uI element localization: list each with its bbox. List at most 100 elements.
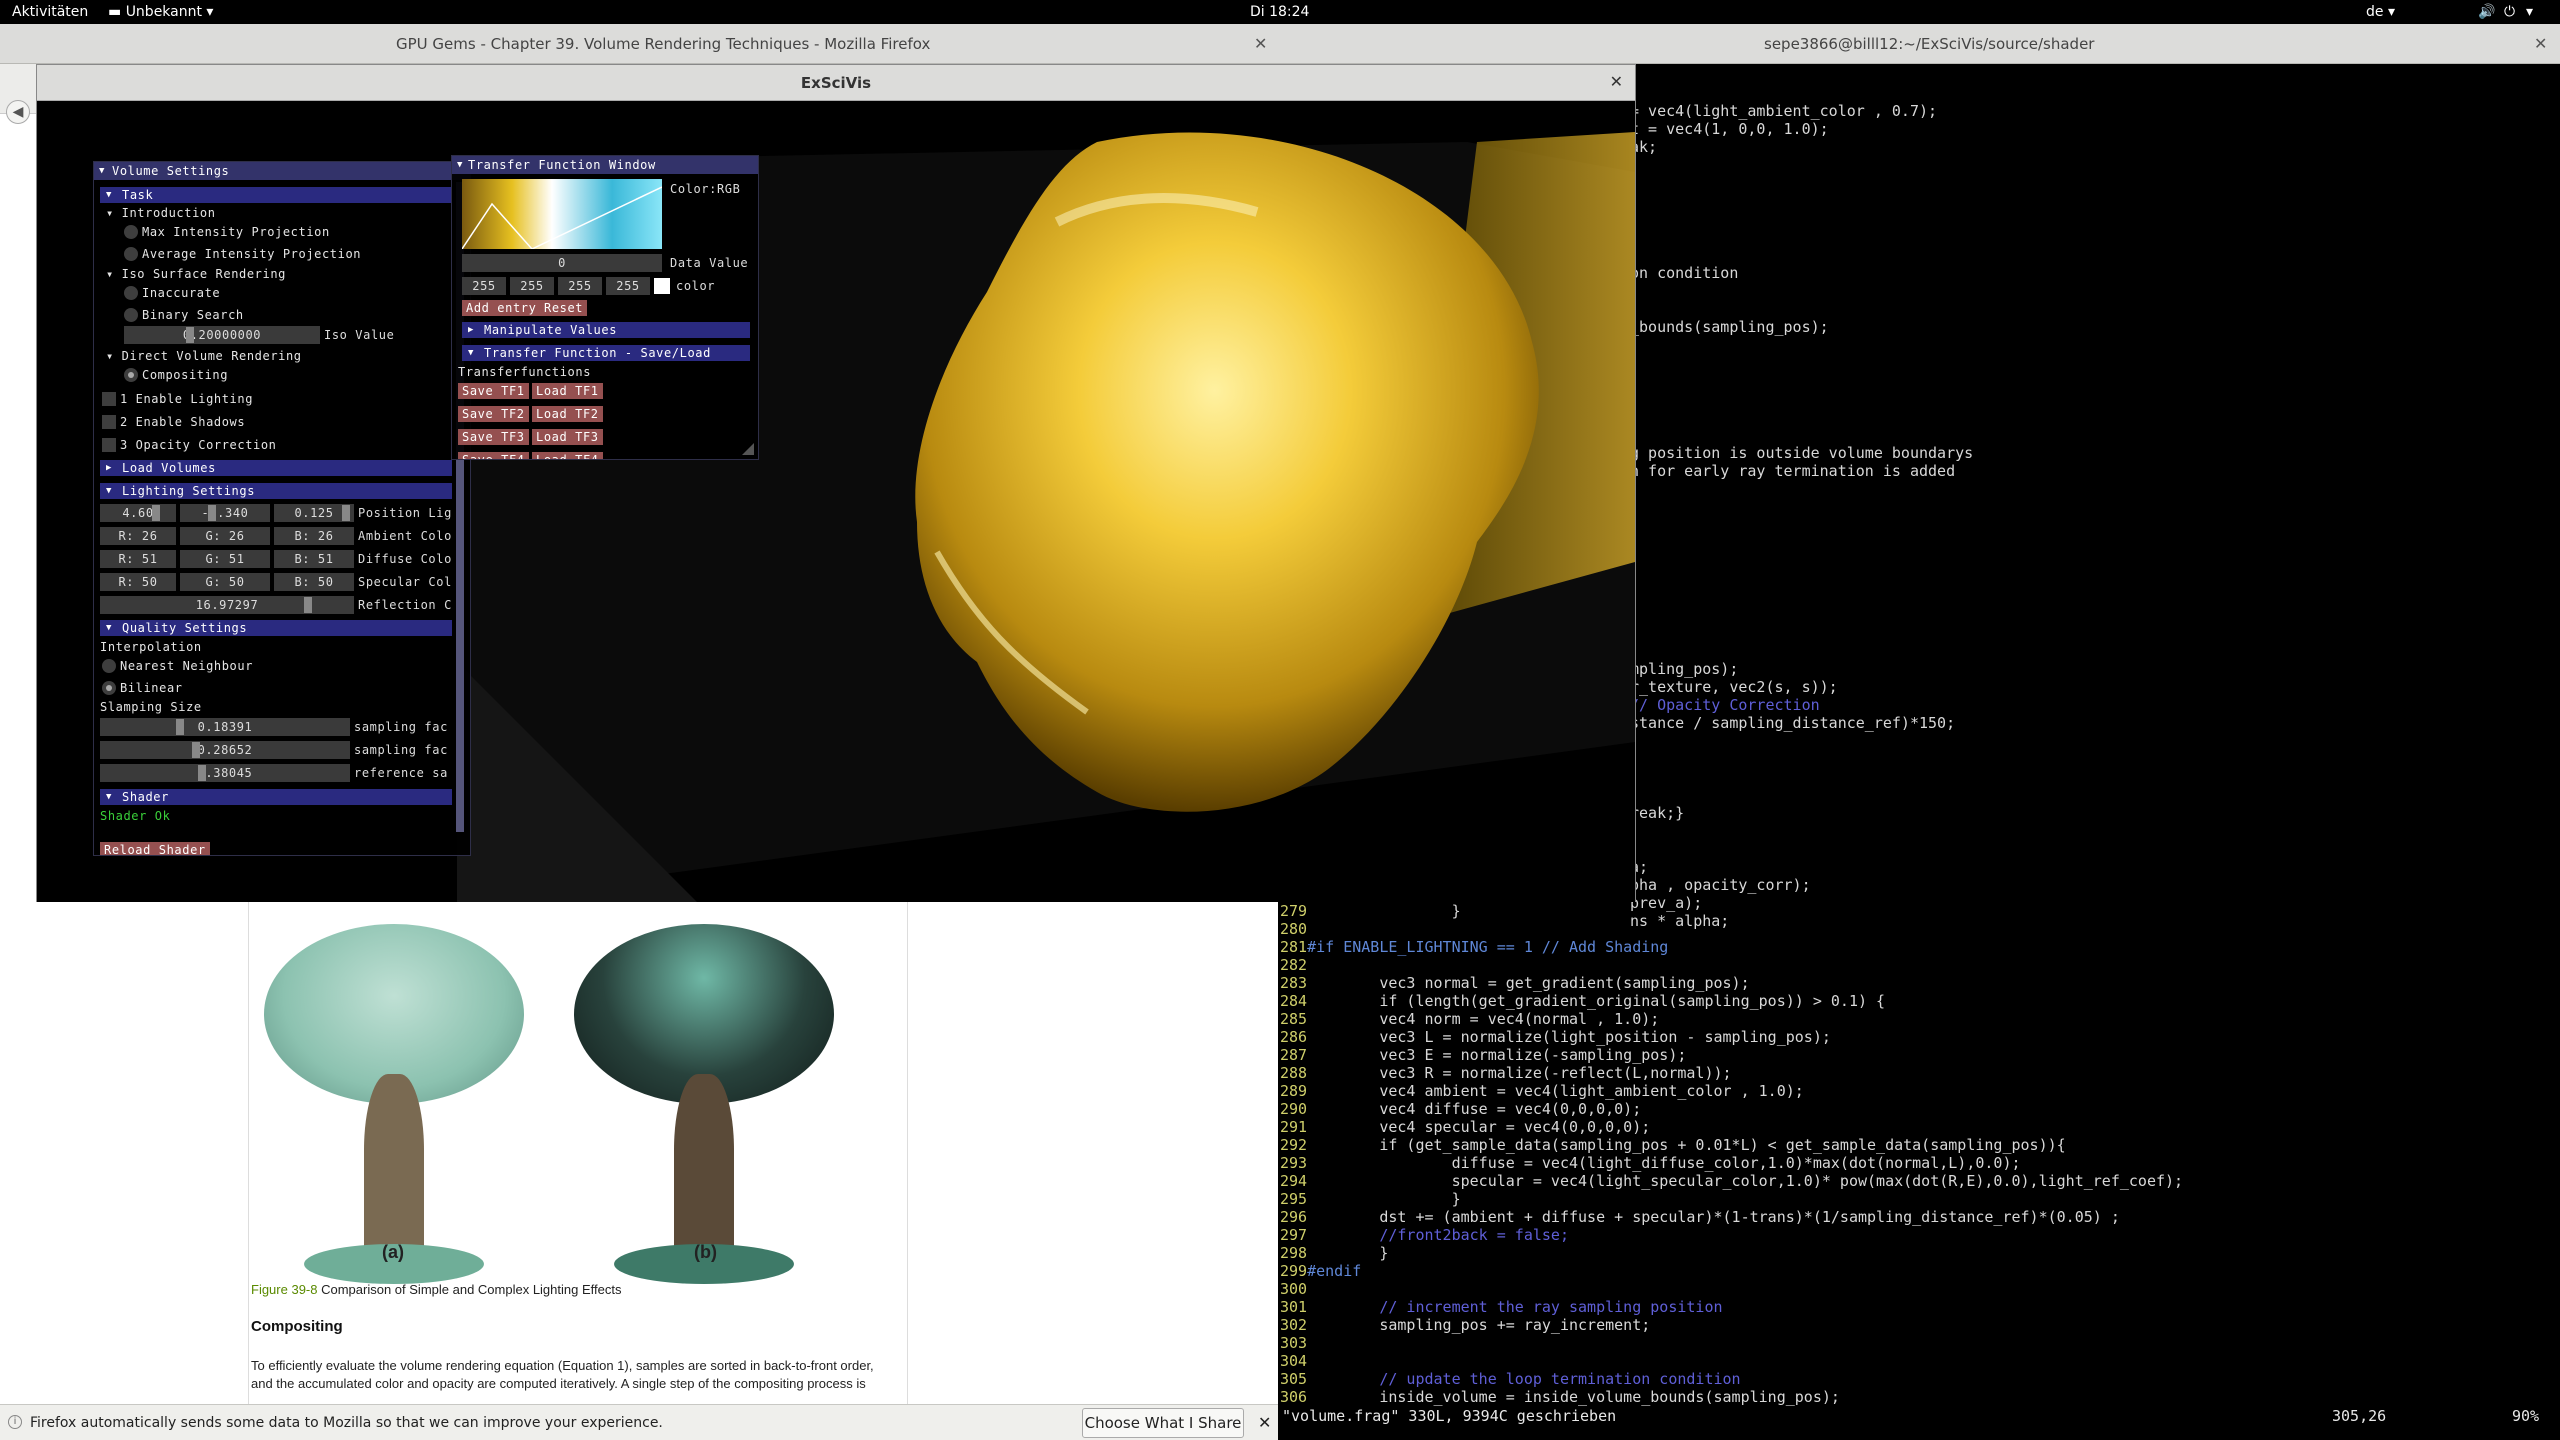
section-shader[interactable]: ▼ Shader bbox=[100, 789, 452, 805]
transfer-function-header[interactable]: ▼ Transfer Function Window bbox=[452, 156, 758, 174]
diffuse-r[interactable]: R: 51 bbox=[100, 550, 176, 568]
color-swatch[interactable] bbox=[654, 278, 670, 294]
line-number: 296 bbox=[1280, 1208, 1308, 1226]
chevron-down-icon[interactable]: ▾ bbox=[2526, 4, 2533, 20]
app-menu[interactable]: ▬ Unbekannt ▾ bbox=[108, 4, 213, 20]
checkbox-enable-shadows[interactable] bbox=[102, 415, 116, 429]
section-load-volumes[interactable]: ▶ Load Volumes bbox=[100, 460, 452, 476]
activities-button[interactable]: Aktivitäten bbox=[12, 4, 88, 20]
slider-value: 0.20000000 bbox=[182, 328, 262, 342]
ambient-r[interactable]: R: 26 bbox=[100, 527, 176, 545]
checkbox-enable-lighting[interactable] bbox=[102, 392, 116, 406]
specular-b[interactable]: B: 50 bbox=[274, 573, 354, 591]
reload-shader-button[interactable]: Reload Shader bbox=[100, 842, 210, 855]
radio-nearest-neighbour[interactable] bbox=[102, 659, 116, 673]
section-quality[interactable]: ▼ Quality Settings bbox=[100, 620, 452, 636]
iso-value-slider[interactable]: 0.20000000 bbox=[124, 326, 320, 344]
clock[interactable]: Di 18:24 bbox=[1250, 4, 1309, 20]
tree-dvr[interactable]: ▾ Direct Volume Rendering bbox=[106, 348, 302, 364]
transfer-function-gradient[interactable] bbox=[462, 179, 662, 249]
diffuse-b[interactable]: B: 51 bbox=[274, 550, 354, 568]
load-tf-button[interactable]: Load TF4 bbox=[532, 452, 603, 459]
exscivis-titlebar[interactable]: ExSciVis ✕ bbox=[37, 65, 1635, 101]
save-tf-button[interactable]: Save TF2 bbox=[458, 406, 529, 422]
ambient-b[interactable]: B: 26 bbox=[274, 527, 354, 545]
light-pos-z[interactable]: 0.125 bbox=[274, 504, 354, 522]
specular-r[interactable]: R: 50 bbox=[100, 573, 176, 591]
label-binary-search: Binary Search bbox=[142, 308, 244, 322]
color-g-input[interactable]: 255 bbox=[510, 277, 554, 295]
back-icon[interactable]: ◀ bbox=[6, 100, 30, 124]
slider-grab[interactable] bbox=[186, 327, 194, 343]
render-viewport[interactable]: ▼ Volume Settings ▼ Task ▾ Introduction Ma… bbox=[37, 102, 1635, 902]
sampling-factor-slider-1[interactable]: 0.18391 bbox=[100, 718, 350, 736]
reflection-slider[interactable]: 16.97297 bbox=[100, 596, 354, 614]
add-entry-button[interactable]: Add entry bbox=[462, 300, 541, 316]
choose-what-i-share-button[interactable]: Choose What I Share bbox=[1082, 1408, 1244, 1438]
save-tf-button[interactable]: Save TF4 bbox=[458, 452, 529, 459]
load-tf-button[interactable]: Load TF3 bbox=[532, 429, 603, 445]
scroll-percent: 90% bbox=[2512, 1407, 2540, 1425]
load-tf-button[interactable]: Load TF2 bbox=[532, 406, 603, 422]
code-line: // Opacity Correction bbox=[1630, 696, 1820, 714]
radio-binary-search[interactable] bbox=[124, 308, 138, 322]
light-pos-x[interactable]: 4.60 bbox=[100, 504, 176, 522]
tree-introduction[interactable]: ▾ Introduction bbox=[106, 205, 216, 221]
label-nearest-neighbour: Nearest Neighbour bbox=[120, 659, 254, 673]
section-label: Load Volumes bbox=[122, 461, 216, 475]
line-number: 306 bbox=[1280, 1388, 1308, 1406]
ambient-g[interactable]: G: 26 bbox=[180, 527, 270, 545]
line-number: 293 bbox=[1280, 1154, 1308, 1172]
data-value-input[interactable]: 0 bbox=[462, 254, 662, 272]
reference-sampling-slider[interactable]: 0.38045 bbox=[100, 764, 350, 782]
section-manipulate-values[interactable]: ▶ Manipulate Values bbox=[462, 322, 750, 338]
line-number: 285 bbox=[1280, 1010, 1308, 1028]
terminal-titlebar[interactable]: sepe3866@billl12:~/ExSciVis/source/shade… bbox=[1280, 24, 2560, 64]
app-menu-label: Unbekannt bbox=[125, 4, 202, 20]
line-number: 299 bbox=[1280, 1262, 1308, 1280]
line-number: 301 bbox=[1280, 1298, 1308, 1316]
radio-aip[interactable] bbox=[124, 247, 138, 261]
line-number: 284 bbox=[1280, 992, 1308, 1010]
radio-mip[interactable] bbox=[124, 225, 138, 239]
radio-bilinear[interactable] bbox=[102, 681, 116, 695]
specular-g[interactable]: G: 50 bbox=[180, 573, 270, 591]
chevron-down-icon: ▾ bbox=[201, 4, 214, 20]
code-line: _bounds(sampling_pos); bbox=[1630, 318, 1829, 336]
load-tf-button[interactable]: Load TF1 bbox=[532, 383, 603, 399]
sampling-factor-slider-2[interactable]: 0.28652 bbox=[100, 741, 350, 759]
language-indicator[interactable]: de ▾ bbox=[2366, 4, 2395, 20]
close-icon[interactable]: ✕ bbox=[1258, 1413, 1271, 1432]
close-icon[interactable]: ✕ bbox=[2534, 34, 2547, 53]
diffuse-g[interactable]: G: 51 bbox=[180, 550, 270, 568]
color-r-input[interactable]: 255 bbox=[462, 277, 506, 295]
diffuse-label: Diffuse Colo bbox=[358, 552, 452, 566]
code-text: } bbox=[1307, 1190, 1461, 1208]
close-icon[interactable]: ✕ bbox=[1254, 34, 1267, 53]
code-line: on condition bbox=[1630, 264, 1739, 282]
interpolation-label: Interpolation bbox=[100, 640, 202, 654]
reset-button[interactable]: Reset bbox=[540, 300, 588, 316]
radio-inaccurate[interactable] bbox=[124, 286, 138, 300]
save-tf-button[interactable]: Save TF3 bbox=[458, 429, 529, 445]
volume-settings-header[interactable]: ▼ Volume Settings bbox=[94, 162, 470, 180]
firefox-titlebar[interactable]: GPU Gems - Chapter 39. Volume Rendering … bbox=[0, 24, 1280, 64]
code-text: vec4 norm = vec4(normal , 1.0); bbox=[1307, 1010, 1660, 1028]
volume-icon[interactable]: 🔊 bbox=[2478, 4, 2495, 20]
section-task[interactable]: ▼ Task bbox=[100, 187, 452, 203]
light-pos-y[interactable]: -2.340 bbox=[180, 504, 270, 522]
resize-grip[interactable] bbox=[742, 443, 754, 455]
section-lighting[interactable]: ▼ Lighting Settings bbox=[100, 483, 452, 499]
transfer-function-panel: ▼ Transfer Function Window Color:RGB 0 Da… bbox=[451, 155, 759, 460]
close-icon[interactable]: ✕ bbox=[1610, 72, 1623, 91]
color-b-input[interactable]: 255 bbox=[558, 277, 602, 295]
radio-compositing[interactable] bbox=[124, 368, 138, 382]
section-label: Task bbox=[122, 188, 154, 202]
save-tf-button[interactable]: Save TF1 bbox=[458, 383, 529, 399]
section-tf-save-load[interactable]: ▼ Transfer Function - Save/Load bbox=[462, 345, 750, 361]
window-icon: ▬ bbox=[108, 4, 126, 20]
checkbox-opacity-correction[interactable] bbox=[102, 438, 116, 452]
tree-iso[interactable]: ▾ Iso Surface Rendering bbox=[106, 266, 286, 282]
power-icon[interactable]: ⏻ bbox=[2504, 4, 2515, 20]
color-a-input[interactable]: 255 bbox=[606, 277, 650, 295]
